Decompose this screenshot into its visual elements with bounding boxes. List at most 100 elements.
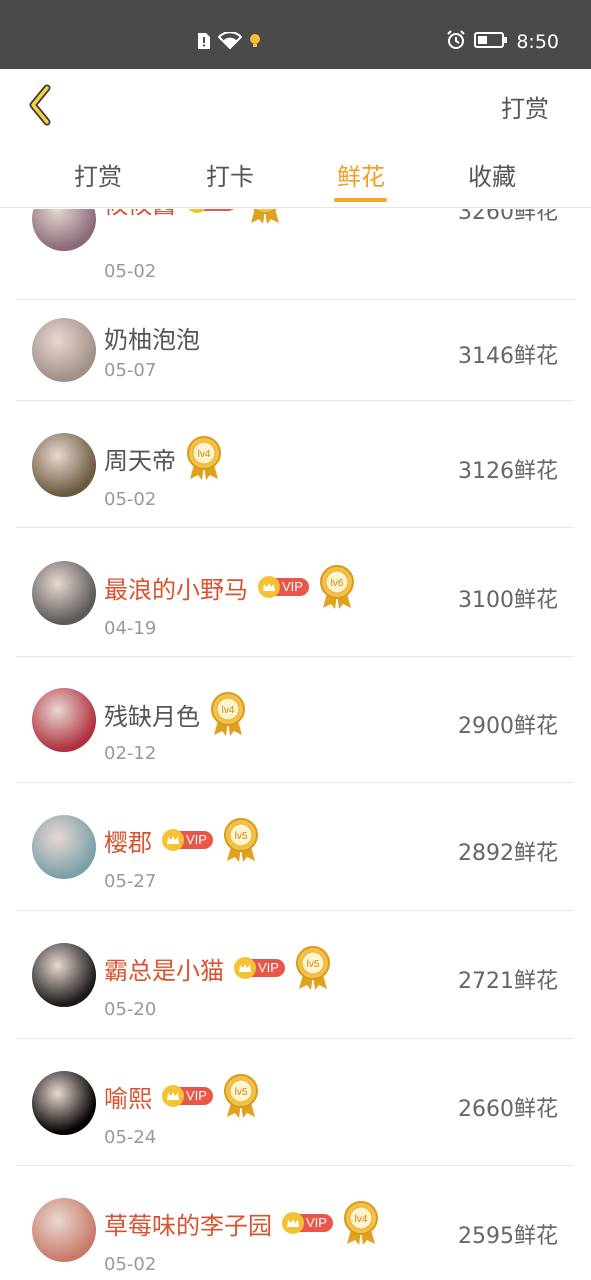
name-line: 周天帝 lv4: [104, 435, 222, 481]
level-medal-icon: lv6: [319, 564, 355, 610]
flower-amount: 2721鲜花: [458, 969, 558, 994]
vip-badge: VIP: [282, 1212, 333, 1234]
vip-badge: VIP: [162, 829, 213, 851]
date-label: 05-02: [104, 1254, 157, 1275]
vip-badge: VIP: [162, 1085, 213, 1107]
status-icons-center: [196, 31, 262, 54]
date-label: 05-20: [104, 999, 157, 1020]
list-item[interactable]: 霸总是小猫 VIP lv5 05-20 2721鲜花: [16, 911, 574, 1039]
avatar[interactable]: [32, 1071, 96, 1135]
vip-badge: VIP: [186, 209, 237, 213]
level-text: lv4: [222, 705, 235, 716]
flower-amount: 3100鲜花: [458, 588, 558, 613]
crown-icon: [162, 1085, 184, 1107]
flower-amount: 2660鲜花: [458, 1097, 558, 1122]
name-line: 霸总是小猫 VIP lv5: [104, 945, 331, 991]
date-label: 05-07: [104, 360, 157, 381]
user-name[interactable]: 樱郡: [104, 823, 152, 858]
flower-amount: 2900鲜花: [458, 714, 558, 739]
user-name[interactable]: 草莓味的李子园: [104, 1206, 272, 1241]
user-name[interactable]: 最浪的小野马: [104, 570, 248, 605]
name-line: 喻熙 VIP lv5: [104, 1073, 259, 1119]
level-medal-icon: lv6: [247, 209, 283, 225]
flower-amount: 3126鲜花: [458, 459, 558, 484]
battery-icon: [474, 31, 508, 53]
date-label: 04-19: [104, 618, 157, 639]
list-item[interactable]: 樱郡 VIP lv5 05-27 2892鲜花: [16, 783, 574, 911]
level-medal-icon: lv4: [186, 435, 222, 481]
date-label: 05-02: [104, 489, 157, 510]
date-label: 05-27: [104, 871, 157, 892]
top-nav-bar: 打赏: [0, 69, 591, 141]
level-medal-icon: lv4: [210, 691, 246, 737]
tab-bar: 打赏 打卡 鲜花 收藏: [0, 141, 591, 208]
vip-label: VIP: [202, 209, 237, 211]
clock-time: 8:50: [516, 31, 559, 53]
flower-amount: 2892鲜花: [458, 841, 558, 866]
status-bar: 8:50: [0, 0, 591, 69]
list-item[interactable]: 奶柚泡泡 05-07 3146鲜花: [16, 300, 574, 401]
list-item[interactable]: 喻熙 VIP lv5 05-24 2660鲜花: [16, 1039, 574, 1166]
flower-ranking-list[interactable]: 攸攸酱 VIP lv6 05-02 3260鲜花奶柚泡泡 05-07 3146鲜花周天帝 lv…: [0, 209, 591, 1280]
alarm-icon: [446, 30, 466, 54]
level-text: lv5: [307, 959, 320, 970]
list-item[interactable]: 最浪的小野马 VIP lv6 04-19 3100鲜花: [16, 528, 574, 657]
user-name[interactable]: 奶柚泡泡: [104, 320, 200, 355]
list-item[interactable]: 周天帝 lv4 05-02 3126鲜花: [16, 401, 574, 528]
avatar[interactable]: [32, 688, 96, 752]
list-item[interactable]: 攸攸酱 VIP lv6 05-02 3260鲜花: [16, 209, 574, 300]
tab-tip[interactable]: 打赏: [53, 157, 143, 192]
name-line: 草莓味的李子园 VIP lv4: [104, 1200, 379, 1246]
level-text: lv5: [235, 1087, 248, 1098]
user-name[interactable]: 喻熙: [104, 1079, 152, 1114]
level-text: lv4: [198, 449, 211, 460]
crown-icon: [234, 957, 256, 979]
user-name[interactable]: 霸总是小猫: [104, 951, 224, 986]
crown-icon: [162, 829, 184, 851]
tab-favorites[interactable]: 收藏: [447, 157, 537, 192]
avatar[interactable]: [32, 1198, 96, 1262]
date-label: 05-24: [104, 1127, 157, 1148]
level-text: lv5: [235, 831, 248, 842]
user-name[interactable]: 残缺月色: [104, 697, 200, 732]
level-text: lv4: [355, 1214, 368, 1225]
user-name[interactable]: 攸攸酱: [104, 209, 176, 220]
list-item[interactable]: 草莓味的李子园 VIP lv4 05-02 2595鲜花: [16, 1166, 574, 1280]
name-line: 奶柚泡泡: [104, 320, 200, 355]
level-medal-icon: lv5: [223, 817, 259, 863]
user-name[interactable]: 周天帝: [104, 441, 176, 476]
avatar[interactable]: [32, 815, 96, 879]
date-label: 05-02: [104, 261, 157, 282]
date-label: 02-12: [104, 743, 157, 764]
crown-icon: [186, 209, 208, 213]
active-tab-indicator: [334, 198, 387, 202]
notification-bulb-icon: [248, 33, 262, 53]
name-line: 攸攸酱 VIP lv6: [104, 209, 283, 225]
avatar[interactable]: [32, 318, 96, 382]
flower-amount: 2595鲜花: [458, 1224, 558, 1249]
name-line: 最浪的小野马 VIP lv6: [104, 564, 355, 610]
name-line: 残缺月色 lv4: [104, 691, 246, 737]
name-line: 樱郡 VIP lv5: [104, 817, 259, 863]
tab-flowers[interactable]: 鲜花: [316, 157, 406, 192]
crown-icon: [282, 1212, 304, 1234]
tab-checkin[interactable]: 打卡: [185, 157, 275, 192]
level-medal-icon: lv5: [223, 1073, 259, 1119]
wifi-icon: [217, 31, 243, 54]
avatar[interactable]: [32, 209, 96, 251]
tip-action-button[interactable]: 打赏: [501, 89, 549, 124]
back-button[interactable]: [18, 79, 62, 131]
back-arrow-icon: [29, 84, 51, 126]
level-text: lv6: [331, 578, 344, 589]
level-medal-icon: lv4: [343, 1200, 379, 1246]
vip-badge: VIP: [234, 957, 285, 979]
list-item[interactable]: 残缺月色 lv4 02-12 2900鲜花: [16, 657, 574, 783]
vip-badge: VIP: [258, 576, 309, 598]
avatar[interactable]: [32, 943, 96, 1007]
crown-icon: [258, 576, 280, 598]
sim-alert-icon: [196, 32, 212, 54]
avatar[interactable]: [32, 561, 96, 625]
avatar[interactable]: [32, 433, 96, 497]
flower-amount: 3260鲜花: [458, 209, 558, 225]
flower-amount: 3146鲜花: [458, 344, 558, 369]
